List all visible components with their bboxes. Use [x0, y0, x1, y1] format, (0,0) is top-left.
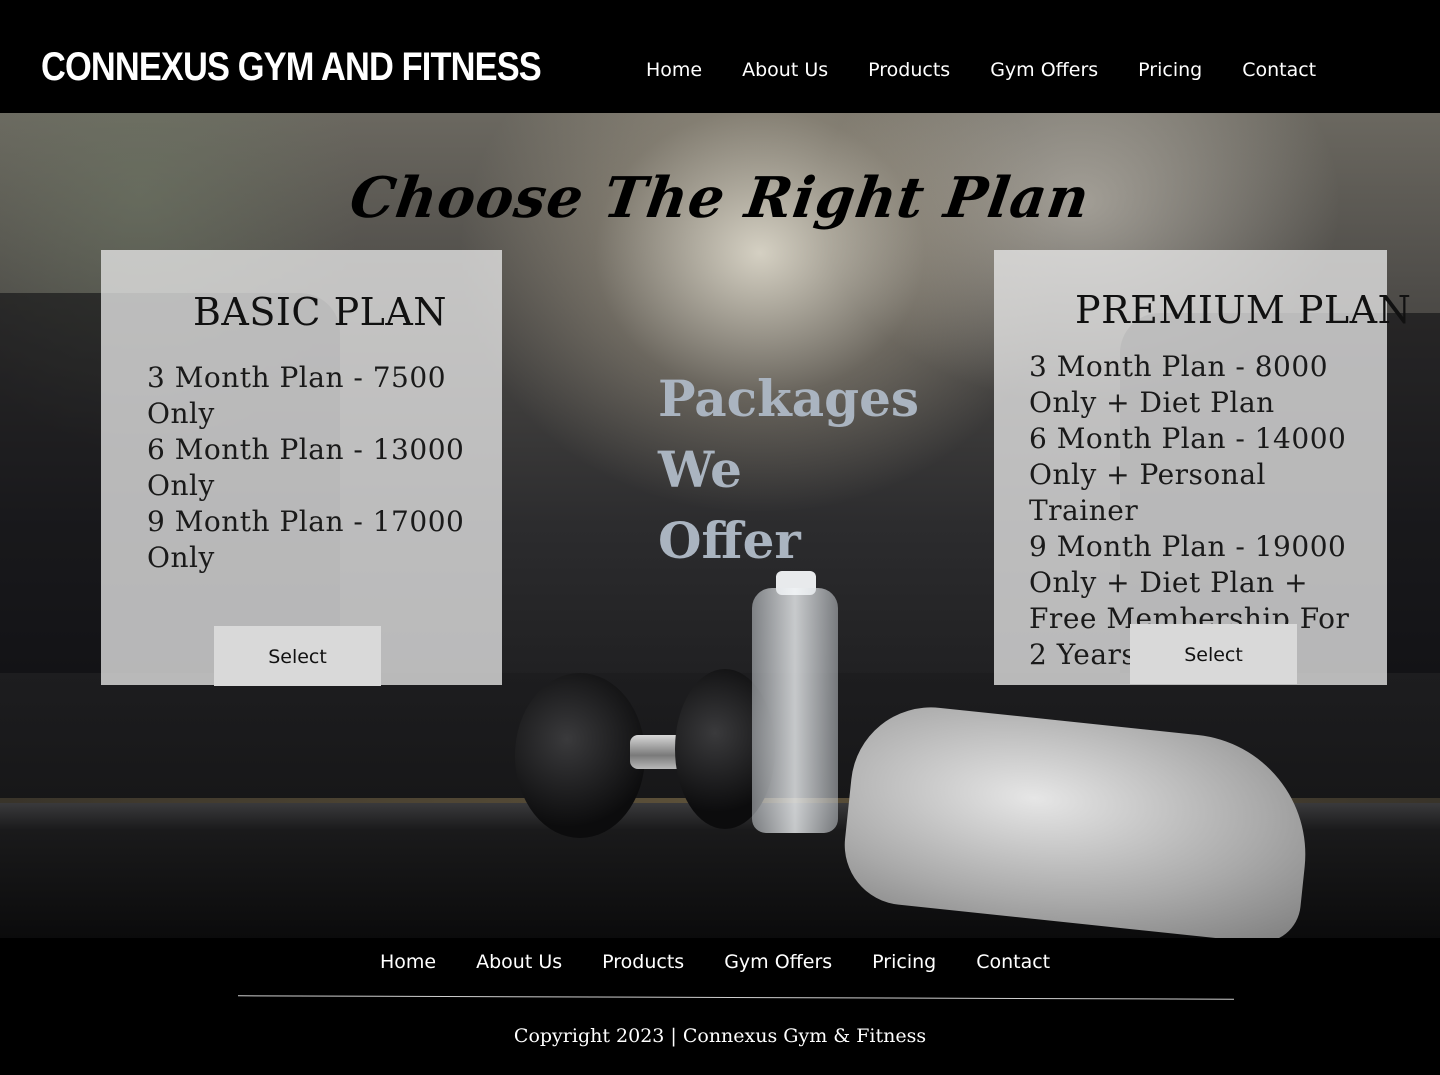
pricing-hero: Choose The Right Plan BASIC PLAN 3 Month…	[0, 113, 1440, 938]
footer-contact-link[interactable]: Contact	[976, 948, 1050, 976]
basic-select-button[interactable]: Select	[214, 626, 381, 686]
premium-plan-card: PREMIUM PLAN 3 Month Plan - 8000 Only + …	[994, 250, 1411, 685]
premium-select-button[interactable]: Select	[1130, 624, 1297, 684]
footer-about-link[interactable]: About Us	[476, 948, 562, 976]
plan-feature: 3 Month Plan - 7500 Only	[147, 361, 447, 430]
packages-line: Packages	[658, 369, 920, 428]
plan-title: BASIC PLAN	[193, 290, 448, 334]
basic-plan-card: BASIC PLAN 3 Month Plan - 7500 Only 6 Mo…	[101, 250, 502, 686]
plan-feature: 6 Month Plan - 14000 Only + Personal Tra…	[1029, 422, 1347, 527]
packages-line: Offer	[658, 511, 801, 570]
section-heading: Choose The Right Plan	[346, 165, 1094, 231]
plan-feature: 9 Month Plan - 17000 Only	[147, 505, 465, 574]
plan-title: PREMIUM PLAN	[1075, 288, 1412, 332]
brand-logo[interactable]: CONNEXUS GYM AND FITNESS	[41, 40, 542, 94]
footer-pricing-link[interactable]: Pricing	[872, 948, 936, 976]
nav-contact-link[interactable]: Contact	[1242, 56, 1316, 84]
nav-about-link[interactable]: About Us	[742, 56, 828, 84]
footer-gym-offers-link[interactable]: Gym Offers	[724, 948, 832, 976]
footer-nav: Home About Us Products Gym Offers Pricin…	[380, 948, 1050, 976]
plan-feature: 3 Month Plan - 8000 Only + Diet Plan	[1029, 350, 1329, 419]
nav-home-link[interactable]: Home	[646, 56, 702, 84]
nav-gym-offers-link[interactable]: Gym Offers	[990, 56, 1098, 84]
packages-line: We	[658, 440, 742, 499]
footer-products-link[interactable]: Products	[602, 948, 684, 976]
footer-divider	[238, 995, 1234, 1000]
plan-features: 3 Month Plan - 7500 Only 6 Month Plan - …	[147, 360, 477, 576]
top-nav: Home About Us Products Gym Offers Pricin…	[646, 56, 1316, 84]
nav-products-link[interactable]: Products	[868, 56, 950, 84]
plan-feature: 6 Month Plan - 13000 Only	[147, 433, 465, 502]
site-footer: Home About Us Products Gym Offers Pricin…	[0, 938, 1440, 1075]
packages-we-offer-text: Packages We Offer	[658, 363, 920, 576]
site-header: CONNEXUS GYM AND FITNESS Home About Us P…	[0, 0, 1440, 113]
nav-pricing-link[interactable]: Pricing	[1138, 56, 1202, 84]
dumbbell-image	[515, 673, 645, 838]
copyright-text: Copyright 2023 | Connexus Gym & Fitness	[513, 1025, 927, 1047]
water-bottle-image	[752, 588, 838, 833]
footer-home-link[interactable]: Home	[380, 948, 436, 976]
